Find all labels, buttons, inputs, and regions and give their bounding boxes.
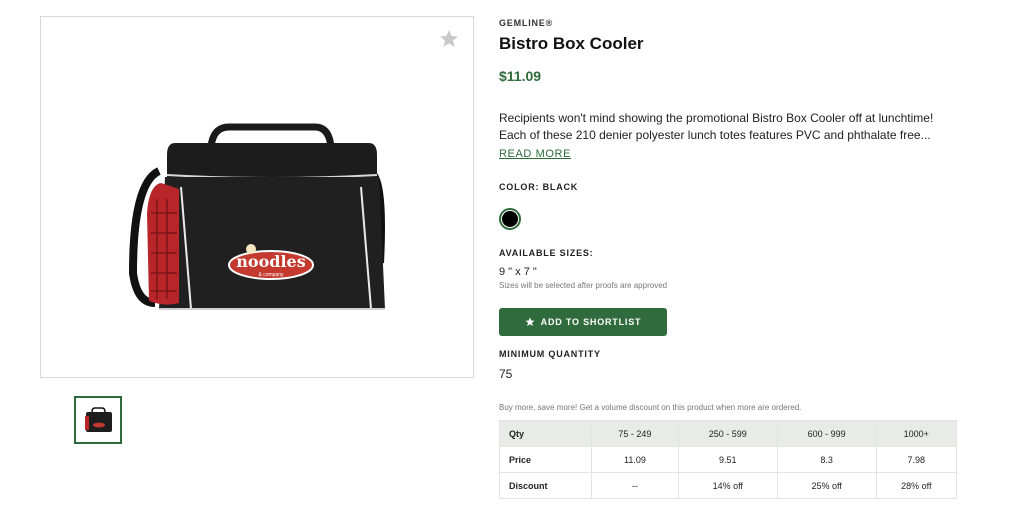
product-thumbnail[interactable] — [74, 396, 122, 444]
table-cell: 1000+ — [875, 420, 958, 447]
table-cell: 28% off — [875, 472, 958, 499]
minimum-quantity-value: 75 — [499, 367, 513, 381]
color-label: COLOR: BLACK — [499, 182, 579, 192]
size-value: 9 " x 7 " — [499, 266, 537, 278]
table-cell: Price — [499, 446, 592, 473]
product-description: Recipients won't mind showing the promot… — [499, 111, 934, 142]
color-swatch-black[interactable] — [499, 208, 521, 230]
table-cell: 14% off — [677, 472, 778, 499]
table-row: Discount -- 14% off 25% off 28% off — [499, 472, 958, 499]
logo-text: noodles — [236, 252, 305, 271]
table-cell: 8.3 — [776, 446, 877, 473]
table-cell: 600 - 999 — [776, 420, 877, 447]
product-details: GEMLINE® Bistro Box Cooler $11.09 Recipi… — [499, 14, 969, 499]
pricing-table: Qty 75 - 249 250 - 599 600 - 999 1000+ P… — [499, 420, 958, 499]
product-title: Bistro Box Cooler — [499, 34, 644, 53]
shortlist-label: ADD TO SHORTLIST — [540, 317, 642, 327]
minimum-quantity-label: MINIMUM QUANTITY — [499, 349, 601, 359]
thumbnail-image — [85, 407, 112, 432]
product-image: noodles & company — [129, 123, 385, 310]
add-to-shortlist-button[interactable]: ADD TO SHORTLIST — [499, 308, 667, 336]
table-cell: Discount — [499, 472, 592, 499]
table-cell: -- — [591, 472, 679, 499]
table-cell: 9.51 — [677, 446, 778, 473]
table-cell: 7.98 — [875, 446, 958, 473]
star-icon — [525, 317, 535, 326]
sizes-label: AVAILABLE SIZES: — [499, 248, 594, 258]
size-note: Sizes will be selected after proofs are … — [499, 281, 668, 290]
product-price: $11.09 — [499, 68, 542, 84]
brand-name: GEMLINE® — [499, 18, 554, 28]
favorite-star-icon[interactable] — [439, 29, 459, 49]
table-cell: 25% off — [776, 472, 877, 499]
table-cell: Qty — [499, 420, 592, 447]
table-cell: 11.09 — [591, 446, 679, 473]
table-cell: 250 - 599 — [677, 420, 778, 447]
product-image-frame: noodles & company — [40, 16, 474, 378]
table-cell: 75 - 249 — [591, 420, 679, 447]
swatch-fill — [502, 211, 518, 227]
table-row: Qty 75 - 249 250 - 599 600 - 999 1000+ — [499, 420, 958, 447]
volume-discount-note: Buy more, save more! Get a volume discou… — [499, 403, 802, 412]
logo-subtext: & company — [258, 272, 284, 278]
table-row: Price 11.09 9.51 8.3 7.98 — [499, 446, 958, 473]
read-more-link[interactable]: READ MORE — [499, 148, 571, 160]
